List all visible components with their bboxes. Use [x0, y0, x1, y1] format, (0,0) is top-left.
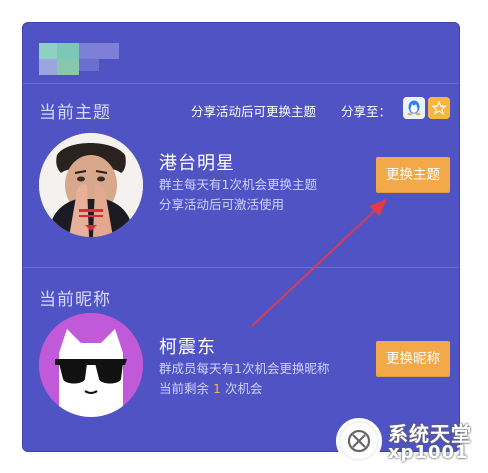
- cat-illustration: [39, 313, 143, 417]
- theme-desc-line1: 群主每天有1次机会更换主题: [159, 177, 317, 192]
- mosaic-block: [57, 59, 79, 75]
- share-hint-text: 分享活动后可更换主题: [191, 104, 317, 119]
- current-nickname-title: 当前昵称: [39, 290, 111, 310]
- mosaic-block: [57, 43, 79, 59]
- current-theme-title: 当前主题: [39, 103, 111, 123]
- star-icon: [428, 97, 450, 119]
- portrait-illustration: [39, 133, 143, 237]
- site-watermark: 系统天堂 xp1001: [336, 414, 484, 466]
- remaining-count: 1: [213, 381, 221, 396]
- share-bar: 分享活动后可更换主题 分享至：: [191, 97, 453, 123]
- share-to-label: 分享至：: [341, 104, 392, 119]
- nickname-remaining-line: 当前剩余 1 次机会: [159, 379, 262, 399]
- theme-desc-line2: 分享活动后可激活使用: [159, 197, 285, 212]
- change-nickname-button[interactable]: 更换昵称: [376, 341, 450, 377]
- mosaic-block: [39, 43, 57, 59]
- pixelated-group-avatar: [39, 39, 119, 83]
- qq-penguin-icon: [403, 97, 425, 119]
- screenshot-stage: 当前主题 分享活动后可更换主题 分享至： 港台明星 群主每天有1次机会更换主题 …: [0, 0, 488, 473]
- watermark-logo-icon: [336, 418, 382, 464]
- mosaic-block: [39, 59, 57, 75]
- remaining-suffix: 次机会: [224, 381, 263, 396]
- remaining-prefix: 当前剩余: [159, 381, 210, 396]
- qzone-star-icon[interactable]: [428, 97, 450, 119]
- watermark-mark-icon: [341, 423, 377, 459]
- nickname-name: 柯震东: [159, 337, 216, 358]
- nickname-desc-line1: 群成员每天有1次机会更换昵称: [159, 361, 330, 376]
- watermark-en: xp1001: [388, 442, 469, 463]
- mosaic-block: [79, 59, 99, 71]
- cat-sunglasses-avatar: [39, 313, 143, 417]
- theme-nickname-panel: 当前主题 分享活动后可更换主题 分享至： 港台明星 群主每天有1次机会更换主题 …: [22, 22, 460, 452]
- header-divider: [23, 83, 459, 84]
- section-divider: [23, 267, 459, 268]
- qq-icon[interactable]: [403, 97, 425, 119]
- change-theme-button[interactable]: 更换主题: [376, 157, 450, 193]
- mosaic-block: [79, 43, 119, 59]
- celebrity-avatar: [39, 133, 143, 237]
- theme-name: 港台明星: [159, 153, 235, 174]
